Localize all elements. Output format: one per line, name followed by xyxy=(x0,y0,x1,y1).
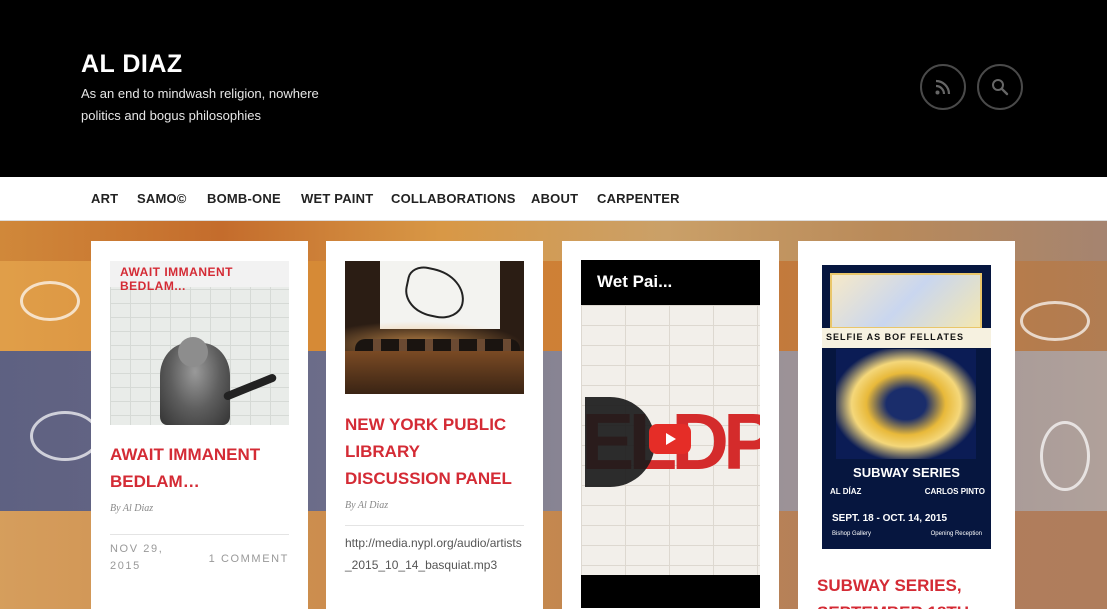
nav-item-wet-paint[interactable]: WET PAINT xyxy=(301,191,373,206)
post-comments-link[interactable]: 1 COMMENT xyxy=(209,553,289,565)
poster-strip-text: SELFIE AS BOF FELLATES xyxy=(822,328,991,348)
poster-artist-left: AL DÍAZ xyxy=(830,487,862,496)
rss-button[interactable] xyxy=(920,64,966,110)
video-title[interactable]: Wet Pai... xyxy=(597,272,672,292)
play-icon xyxy=(666,433,676,445)
poster-artists: AL DÍAZ CARLOS PINTO xyxy=(830,487,985,496)
post-thumbnail[interactable]: AWAIT IMMANENT BEDLAM... xyxy=(110,261,289,425)
post-card-4: SELFIE AS BOF FELLATES SUBWAY SERIES AL … xyxy=(798,241,1015,609)
rss-icon xyxy=(935,79,951,95)
main-nav: ART SAMO© BOMB-ONE WET PAINT COLLABORATI… xyxy=(0,177,1107,221)
site-title[interactable]: AL DIAZ xyxy=(81,50,183,79)
post-date[interactable]: NOV 29, 2015 xyxy=(110,541,180,575)
image-sign-text: AWAIT IMMANENT BEDLAM... xyxy=(110,261,289,293)
search-icon xyxy=(992,79,1009,96)
nav-item-bomb-one[interactable]: BOMB-ONE xyxy=(207,191,281,206)
nav-item-about[interactable]: ABOUT xyxy=(531,191,578,206)
poster-headline: SUBWAY SERIES xyxy=(853,465,960,480)
video-embed[interactable]: Wet Pai... ELDPAT xyxy=(581,260,760,608)
site-header: AL DIAZ As an end to mindwash religion, … xyxy=(0,0,1107,177)
nav-item-collaborations[interactable]: COLLABORATIONS xyxy=(391,191,516,206)
divider xyxy=(345,525,524,526)
post-card-1: AWAIT IMMANENT BEDLAM... AWAIT IMMANENT … xyxy=(91,241,308,609)
nav-item-samo[interactable]: SAMO© xyxy=(137,191,187,206)
post-thumbnail[interactable] xyxy=(345,261,524,394)
site-tagline: As an end to mindwash religion, nowhere … xyxy=(81,86,319,123)
post-card-3: Wet Pai... ELDPAT xyxy=(562,241,779,609)
post-card-2: NEW YORK PUBLIC LIBRARY DISCUSSION PANEL… xyxy=(326,241,543,609)
post-title[interactable]: SUBWAY SERIES, SEPTEMBER 18TH xyxy=(817,572,1002,609)
post-excerpt-link[interactable]: http://media.nypl.org/audio/artists_2015… xyxy=(345,532,527,576)
post-byline[interactable]: By Al Diaz xyxy=(110,503,153,514)
poster-venue-right: Opening Reception xyxy=(930,531,982,537)
nav-item-carpenter[interactable]: CARPENTER xyxy=(597,191,680,206)
nav-item-art[interactable]: ART xyxy=(91,191,118,206)
post-title[interactable]: AWAIT IMMANENT BEDLAM… xyxy=(110,441,290,495)
poster-dates: SEPT. 18 - OCT. 14, 2015 xyxy=(832,513,948,524)
poster-venue-left: Bishop Gallery xyxy=(832,531,872,537)
post-title[interactable]: NEW YORK PUBLIC LIBRARY DISCUSSION PANEL xyxy=(345,411,530,492)
search-button[interactable] xyxy=(977,64,1023,110)
divider xyxy=(110,534,289,535)
post-thumbnail[interactable]: SELFIE AS BOF FELLATES SUBWAY SERIES AL … xyxy=(822,265,991,549)
poster-venue: Bishop Gallery Opening Reception xyxy=(832,531,982,537)
poster-artist-right: CARLOS PINTO xyxy=(924,487,985,496)
post-byline[interactable]: By Al Diaz xyxy=(345,500,388,511)
play-button[interactable] xyxy=(649,424,691,454)
